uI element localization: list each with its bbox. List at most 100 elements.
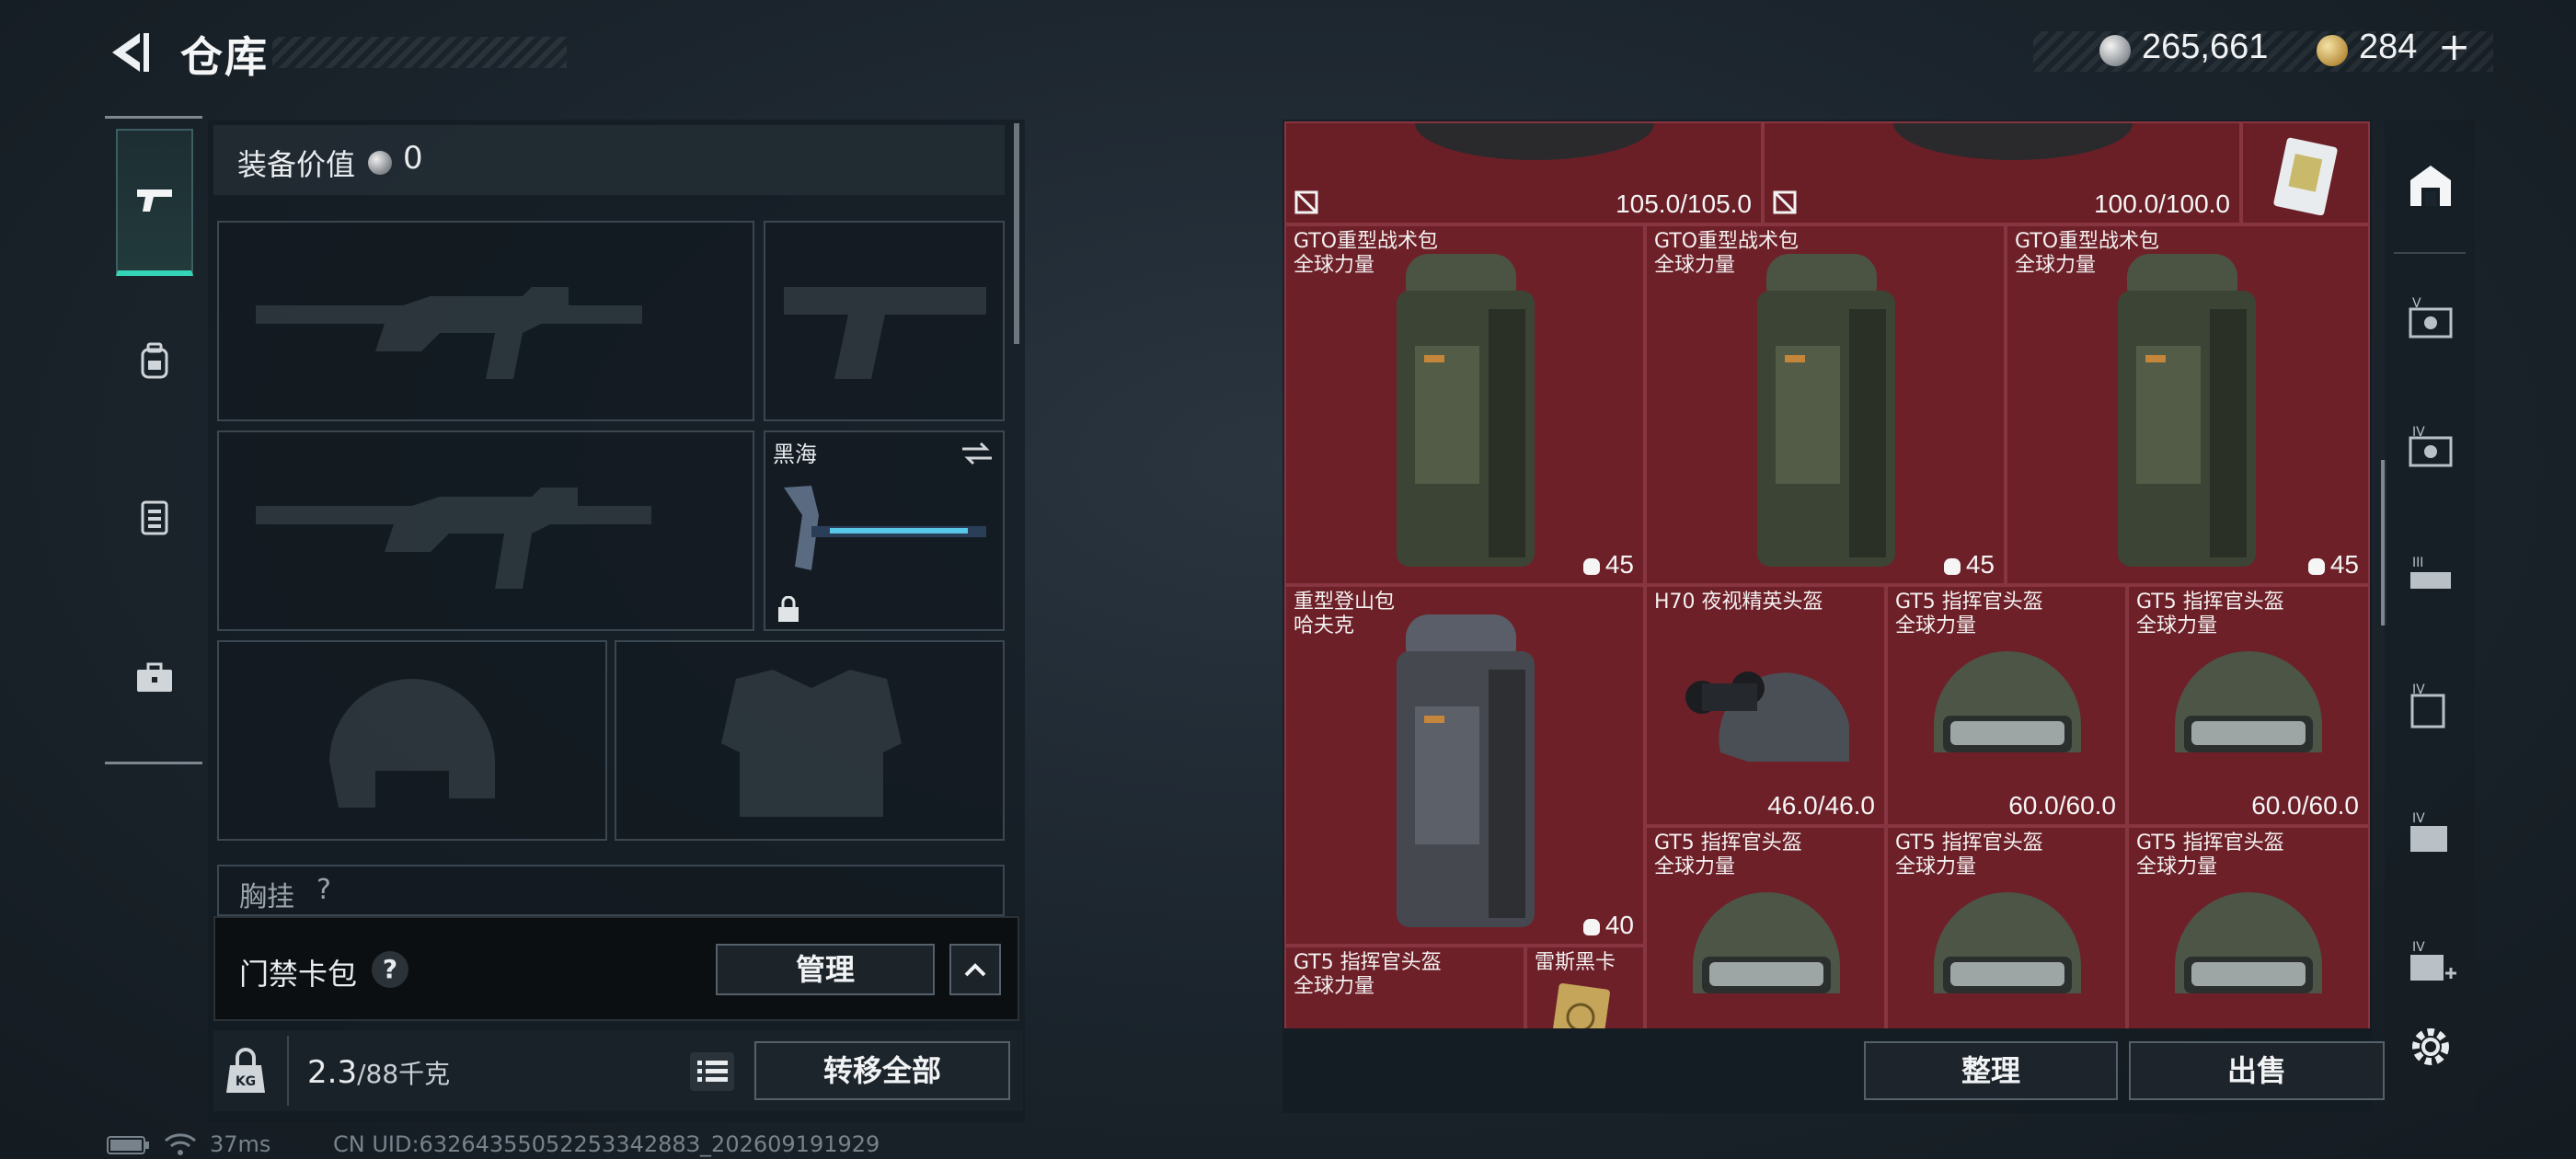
weight-value: 2.3 [307,1054,358,1091]
inventory-item[interactable]: 105.0/105.0 [1284,121,1763,224]
battery-icon [107,1136,149,1154]
manage-button[interactable]: 管理 [716,944,935,995]
keycard-icon [1550,982,1610,1028]
uid-readout: CN UID:6326435505225334288З_202609191929 [333,1131,880,1157]
svg-text:IV: IV [2412,425,2425,440]
rifle-silhouette-icon [256,488,651,589]
ping-readout: 37ms [210,1131,271,1157]
item-sub-line: 全球力量 [1654,254,1736,277]
equipment-value-label: 装备价值 [237,147,356,182]
capacity-icon [2307,557,2325,575]
capacity-icon [1943,557,1961,575]
inventory-item[interactable]: GT5 指挥官头盔 全球力量 [1284,946,1525,1028]
inventory-item[interactable] [2241,121,2370,224]
combat-helmet-icon [1934,651,2081,752]
inventory-item[interactable]: GT5 指挥官头盔 全球力量 60.0/60.0 [2127,585,2370,826]
inventory-item[interactable]: 重型登山包 哈夫克 40 [1284,585,1645,946]
pistol-slot[interactable] [764,221,1005,421]
melee-slot[interactable]: 黑海 [764,430,1005,631]
vest-icon[interactable] [133,497,176,539]
helmet-silhouette-icon [329,679,495,808]
inventory-item[interactable]: 雷斯黑卡 [1525,946,1645,1028]
item-name-line: GT5 指挥官头盔 [1895,591,2043,614]
backpack-icon[interactable] [133,340,176,383]
inventory-item[interactable]: GTO重型战术包 全球力量 45 [1645,224,2006,585]
add-currency-button[interactable]: + [2438,24,2470,69]
combat-helmet-icon [2175,651,2322,752]
item-name-line: GT5 指挥官头盔 [1294,951,1442,974]
item-capacity-value: 45 [1604,550,1634,579]
inventory-item[interactable]: GTO重型战术包 全球力量 45 [1284,224,1645,585]
case-tier4-icon[interactable]: IV [2405,423,2456,475]
inventory-item[interactable]: GT5 指挥官头盔 全球力量 [2127,826,2370,1028]
combat-helmet-icon [1314,1003,1498,1028]
inventory-item[interactable]: H70 夜视精英头盔 46.0/46.0 [1645,585,1886,826]
armor-slot[interactable] [615,640,1005,841]
swap-icon[interactable] [959,440,995,467]
pistol-silhouette-icon [784,287,986,379]
inventory-item[interactable]: GTO重型战术包 全球力量 45 [2006,224,2370,585]
tactical-backpack-icon [1757,254,1895,567]
case-tier4b-icon[interactable]: IV [2405,681,2456,732]
back-arrow-icon[interactable] [103,28,153,77]
item-sub-line: 哈夫克 [1294,614,1355,637]
item-name-line: GT5 指挥官头盔 [2136,832,2284,855]
sell-button[interactable]: 出售 [2129,1041,2385,1100]
title-stripe [272,37,567,68]
item-durability: 100.0/100.0 [2094,189,2230,218]
case-tier3-icon[interactable]: III [2405,552,2456,603]
gear-icon[interactable] [2405,1021,2456,1073]
weight-icon: KG [226,1048,265,1093]
list-icon[interactable] [688,1050,736,1093]
rail-divider-top [105,116,202,119]
svg-text:IV: IV [2412,683,2425,697]
chest-rig-slot[interactable]: 胸挂 ? [217,865,1005,916]
secondary-weapon-slot[interactable] [217,430,754,631]
combat-helmet-icon [1934,892,2081,993]
item-durability: 46.0/46.0 [1767,791,1875,820]
helmet-slot[interactable] [217,640,607,841]
silver-coin-icon [368,151,392,175]
armor-silhouette-icon [721,670,902,817]
collapse-button[interactable] [949,944,1001,995]
equipment-scrollbar[interactable] [1014,123,1019,344]
mountain-backpack-icon [1397,614,1535,927]
item-name-line: GT5 指挥官头盔 [1654,832,1802,855]
svg-text:IV: IV [2412,940,2425,955]
chest-rig-label: 胸挂 [239,881,294,913]
item-capacity-value: 40 [1604,911,1634,939]
svg-text:IV: IV [2412,811,2425,826]
silver-currency-amount: 265,661 [2142,28,2269,66]
wifi-icon [165,1133,196,1155]
sort-button[interactable]: 整理 [1864,1041,2118,1100]
item-name: H70 夜视精英头盔 [1654,591,1823,614]
add-case-icon[interactable]: IV [2405,938,2456,990]
inventory-item[interactable]: 100.0/100.0 [1763,121,2241,224]
item-durability: 60.0/60.0 [2251,791,2359,820]
item-capacity: 45 [1943,550,1995,580]
warehouse-icon[interactable] [2405,160,2456,212]
case-tier5-icon[interactable]: V [2405,294,2456,346]
bag-partial-icon [1893,123,2133,160]
equipment-value: 0 [403,140,423,177]
item-sub-line: 全球力量 [2015,254,2097,277]
page-title: 仓库 [180,32,269,82]
item-name-line: 重型登山包 [1294,591,1396,614]
case-tier4c-icon[interactable]: IV [2405,809,2456,861]
weight-readout: 2.3/88千克 [307,1054,450,1091]
transfer-all-button[interactable]: 转移全部 [754,1041,1010,1100]
svg-text:KG: KG [236,1074,256,1089]
melee-name: 黑海 [773,442,817,467]
item-capacity-value: 45 [2329,550,2359,579]
primary-weapon-slot[interactable] [217,221,754,421]
rail-divider-bottom [105,762,202,764]
item-name-line: 雷斯黑卡 [1535,951,1616,974]
toolbox-icon[interactable] [133,657,176,699]
inventory-item[interactable]: GT5 指挥官头盔 全球力量 [1645,826,1886,1028]
item-name-line: GT5 指挥官头盔 [1895,832,2043,855]
tab-equipment[interactable] [116,129,193,276]
inventory-item[interactable]: GT5 指挥官头盔 全球力量 60.0/60.0 [1886,585,2127,826]
card-pack-help-icon[interactable]: ? [372,951,408,988]
item-capacity: 45 [1582,550,1634,580]
inventory-item[interactable]: GT5 指挥官头盔 全球力量 [1886,826,2127,1028]
